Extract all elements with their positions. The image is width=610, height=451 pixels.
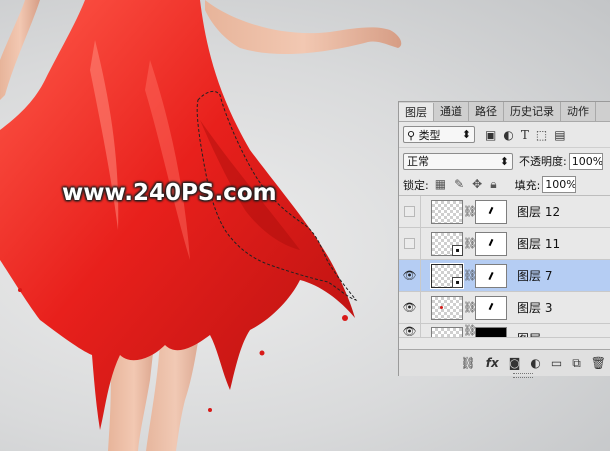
layer-name[interactable]: 图层 11 <box>517 235 560 252</box>
tab-channels[interactable]: 通道 <box>434 102 469 121</box>
delete-icon[interactable]: 🗑 <box>591 356 606 370</box>
layer-mask-thumbnail[interactable] <box>475 295 507 320</box>
updown-arrow-icon: ⬍ <box>461 128 471 141</box>
chain-link-icon[interactable]: ⛓ <box>463 301 477 314</box>
lock-label: 锁定: <box>403 178 429 192</box>
add-mask-icon[interactable]: ◙ <box>509 356 521 370</box>
layer-name[interactable]: 图层 3 <box>517 299 552 316</box>
adjustment-filter-icon[interactable]: ◐ <box>503 128 513 142</box>
chain-link-icon[interactable]: ⛓ <box>463 237 477 250</box>
layer-mask-thumbnail[interactable] <box>475 199 507 224</box>
panel-tabs: 图层 通道 路径 历史记录 动作 <box>399 102 610 122</box>
layer-mask-thumbnail[interactable] <box>475 231 507 256</box>
right-arm <box>205 0 402 55</box>
filter-type-select[interactable]: ⚲ 类型 ⬍ <box>403 126 475 143</box>
lock-icons: ▦ ✎ ✥ 🔒︎ <box>435 177 497 192</box>
layer-thumbnail: ▪ <box>431 231 463 256</box>
lock-transparent-icon[interactable]: ▦ <box>435 177 446 192</box>
new-layer-icon[interactable]: ⧉ <box>572 356 581 371</box>
paint-splash <box>18 288 22 292</box>
layer-mask-thumbnail[interactable] <box>475 263 507 288</box>
layers-panel: 图层 通道 路径 历史记录 动作 ⚲ 类型 ⬍ ▣ ◐ T ⬚ ▤ 正常 ⬍ 不… <box>398 101 610 378</box>
shape-filter-icon[interactable]: ⬚ <box>536 128 547 142</box>
lock-all-icon[interactable]: 🔒︎ <box>490 177 496 192</box>
layers-list: ⛓ 图层 12 ▪ ⛓ 图层 11 👁︎ ▪ ⛓ 图层 7 👁︎ ⛓ 图层 3 … <box>399 195 610 338</box>
visibility-toggle[interactable] <box>399 195 421 228</box>
eye-icon: 👁︎ <box>402 269 417 282</box>
adjustment-layer-icon[interactable]: ◐ <box>530 356 540 370</box>
fx-icon[interactable]: fx <box>486 356 499 370</box>
smart-object-filter-icon[interactable]: ▤ <box>554 128 565 142</box>
filter-type-label: 类型 <box>418 128 441 142</box>
visibility-toggle[interactable]: 👁︎ <box>399 259 421 292</box>
visibility-toggle[interactable] <box>399 227 421 260</box>
layer-row-selected[interactable]: 👁︎ ▪ ⛓ 图层 7 <box>399 259 610 292</box>
blend-mode-select[interactable]: 正常 ⬍ <box>403 152 513 170</box>
layer-row[interactable]: ▪ ⛓ 图层 11 <box>399 227 610 260</box>
hidden-box-icon <box>404 238 415 249</box>
filter-icons: ▣ ◐ T ⬚ ▤ <box>485 128 566 142</box>
link-layers-icon[interactable]: ⛓ <box>461 356 476 370</box>
layer-row[interactable]: 👁︎ ⛓ 图层 <box>399 324 610 338</box>
tab-actions[interactable]: 动作 <box>561 102 596 121</box>
left-arm <box>0 0 40 100</box>
text-filter-icon[interactable]: T <box>521 128 529 142</box>
layer-name[interactable]: 图层 7 <box>517 267 552 284</box>
smart-object-icon: ▪ <box>452 276 463 288</box>
tab-paths[interactable]: 路径 <box>469 102 504 121</box>
layer-thumbnail: ▪ <box>430 262 464 289</box>
search-icon: ⚲ <box>407 128 416 142</box>
chain-link-icon[interactable]: ⛓ <box>463 269 477 282</box>
layer-thumbnail <box>431 295 463 320</box>
tab-layers[interactable]: 图层 <box>399 103 434 121</box>
visibility-toggle[interactable]: 👁︎ <box>399 291 421 324</box>
layer-thumbnail <box>431 199 463 224</box>
layer-row[interactable]: 👁︎ ⛓ 图层 3 <box>399 291 610 324</box>
blend-row: 正常 ⬍ 不透明度: 100% <box>399 148 610 174</box>
lock-move-icon[interactable]: ✥ <box>472 177 482 192</box>
paint-splash <box>259 350 265 356</box>
layer-mask-thumbnail[interactable] <box>475 327 507 337</box>
layer-name[interactable]: 图层 <box>517 330 541 337</box>
opacity-label: 不透明度: <box>519 155 567 168</box>
filter-row: ⚲ 类型 ⬍ ▣ ◐ T ⬚ ▤ <box>399 122 610 148</box>
new-group-icon[interactable]: ▭ <box>551 356 562 370</box>
fill-label: 填充: <box>514 178 541 192</box>
layer-row[interactable]: ⛓ 图层 12 <box>399 195 610 228</box>
image-filter-icon[interactable]: ▣ <box>485 128 496 142</box>
updown-arrow-icon: ⬍ <box>499 154 509 168</box>
smart-object-icon: ▪ <box>452 244 463 256</box>
paint-splash <box>342 315 348 321</box>
layer-thumbnail <box>431 327 463 337</box>
layer-name[interactable]: 图层 12 <box>517 203 560 220</box>
hidden-box-icon <box>404 206 415 217</box>
fill-input[interactable]: 100% <box>542 176 577 193</box>
resize-grip[interactable] <box>513 373 533 378</box>
panel-bottom-bar: ⛓ fx ◙ ◐ ▭ ⧉ 🗑 <box>399 349 610 378</box>
eye-icon: 👁︎ <box>402 324 417 338</box>
chain-link-icon[interactable]: ⛓ <box>463 324 477 337</box>
watermark: www.240PS.com <box>62 180 277 206</box>
visibility-toggle[interactable]: 👁︎ <box>399 324 421 338</box>
lock-row: 锁定: ▦ ✎ ✥ 🔒︎ 填充: 100% <box>399 174 610 196</box>
chain-link-icon[interactable]: ⛓ <box>463 205 477 218</box>
opacity-input[interactable]: 100% <box>568 152 603 170</box>
tab-history[interactable]: 历史记录 <box>504 102 561 121</box>
lock-paint-icon[interactable]: ✎ <box>454 177 464 192</box>
eye-icon: 👁︎ <box>402 301 417 314</box>
blend-mode-value: 正常 <box>407 155 429 168</box>
paint-splash <box>208 408 212 412</box>
